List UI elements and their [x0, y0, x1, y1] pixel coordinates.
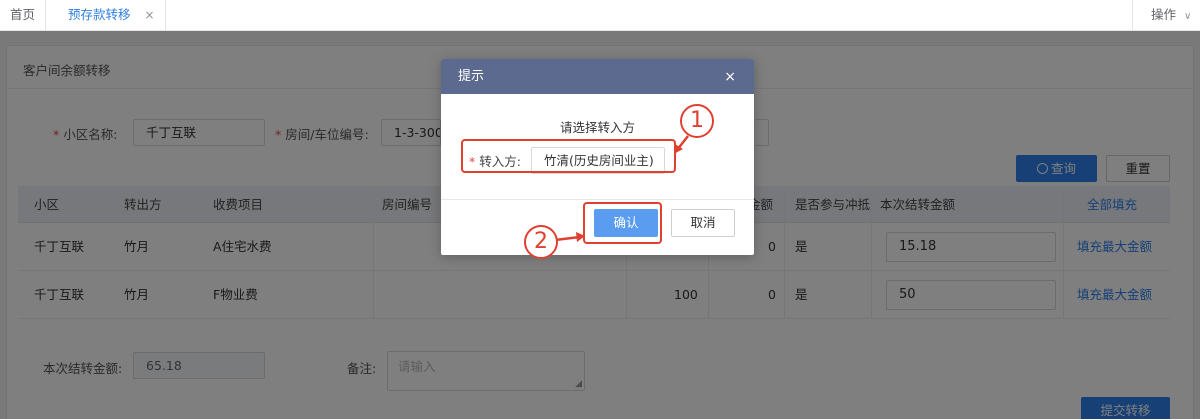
tab-close-icon[interactable]: × [145, 8, 155, 22]
step-2-marker: 2 [524, 225, 558, 259]
step-1-marker: 1 [680, 104, 714, 138]
annotation-highlight-confirm [583, 202, 662, 244]
operations-menu[interactable]: 操作 ∨ [1132, 0, 1200, 31]
chevron-down-icon: ∨ [1184, 11, 1192, 22]
divider [441, 199, 754, 200]
tab-label: 预存款转移 [68, 7, 131, 22]
tab-bar: 首页 预存款转移 × 操作 ∨ [0, 0, 1200, 31]
dialog-title: 提示 [458, 69, 485, 84]
cancel-button[interactable]: 取消 [671, 209, 735, 237]
annotation-highlight-transferee [461, 139, 676, 173]
dialog-header: 提示 × [441, 59, 754, 94]
tab-prepayment-transfer[interactable]: 预存款转移 × [46, 0, 166, 31]
operations-label: 操作 [1151, 7, 1177, 22]
tab-home[interactable]: 首页 [0, 0, 46, 31]
prompt-dialog: 提示 × 请选择转入方 * 转入方: 竹清(历史房间业主) 确认 取消 [441, 59, 754, 255]
close-icon[interactable]: × [724, 59, 736, 95]
